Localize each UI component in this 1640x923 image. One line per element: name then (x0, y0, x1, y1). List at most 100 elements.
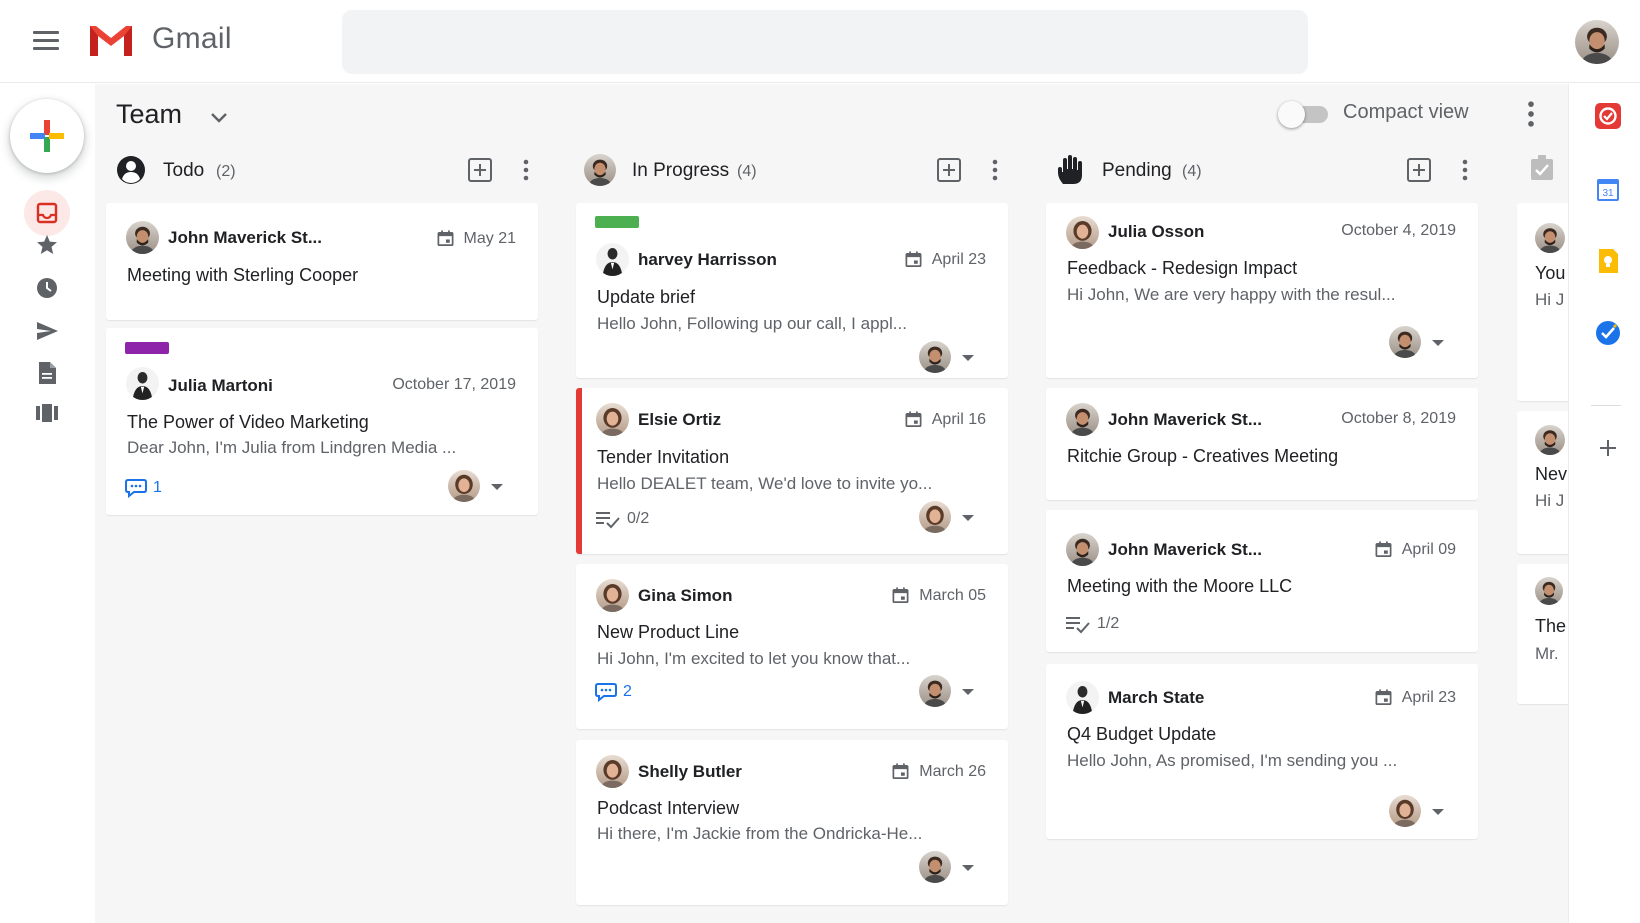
caret-down-icon[interactable] (961, 687, 975, 697)
nav-snoozed[interactable] (32, 273, 62, 303)
comment-count[interactable]: 1 (125, 478, 162, 498)
email-card[interactable]: Gina Simon March 05 New Product Line Hi … (576, 564, 1008, 729)
email-card[interactable]: Julia Osson October 4, 2019 Feedback - R… (1046, 203, 1478, 378)
email-subject: Ritchie Group - Creatives Meeting (1067, 446, 1339, 466)
calendar-icon[interactable]: 31 (1594, 176, 1622, 204)
sender-name: John Maverick St... (1108, 540, 1262, 559)
nav-sent[interactable] (32, 316, 62, 346)
comment-icon (595, 682, 617, 702)
due-date: April 23 (1374, 688, 1456, 707)
email-date: October 8, 2019 (1341, 410, 1456, 427)
email-subject: Nev (1535, 464, 1568, 484)
assignee-avatar[interactable] (919, 501, 951, 533)
board-icon (36, 404, 58, 422)
clock-icon (37, 278, 57, 298)
email-subject: Meeting with Sterling Cooper (127, 265, 359, 285)
email-card[interactable]: John Maverick St... October 8, 2019 Ritc… (1046, 388, 1478, 500)
calendar-icon (1374, 688, 1393, 707)
due-date: April 09 (1374, 540, 1456, 559)
email-snippet: Hello John, As promised, I'm sending you… (1067, 751, 1398, 770)
sender-avatar (1535, 577, 1563, 605)
tasks-icon[interactable] (1594, 319, 1622, 347)
assignee-avatar[interactable] (919, 341, 951, 373)
caret-down-icon[interactable] (961, 353, 975, 363)
email-card[interactable]: Elsie Ortiz April 16 Tender Invitation H… (576, 388, 1008, 554)
sender-avatar (1535, 425, 1565, 455)
dealet-icon[interactable] (1594, 102, 1622, 130)
assignee-avatar[interactable] (919, 675, 951, 707)
search-input[interactable] (342, 10, 1308, 74)
due-date-text: April 09 (1401, 540, 1456, 558)
column-title: Todo (163, 160, 205, 181)
email-card[interactable]: harvey Harrisson April 23 Update brief H… (576, 203, 1008, 378)
more-vert-icon[interactable] (1521, 98, 1541, 130)
compact-view-toggle[interactable] (1278, 100, 1330, 128)
sender-avatar (1066, 681, 1099, 714)
assignee-avatar[interactable] (448, 470, 480, 502)
compact-view-label: Compact view (1343, 101, 1469, 123)
task-list-icon (1065, 614, 1091, 634)
account-avatar[interactable] (1575, 20, 1619, 64)
email-subject: The (1535, 616, 1567, 636)
email-snippet: Hi John, I'm excited to let you know tha… (597, 649, 911, 668)
due-date-text: April 23 (931, 250, 986, 268)
email-subject: New Product Line (597, 622, 740, 642)
caret-down-icon[interactable] (961, 513, 975, 523)
more-vert-icon[interactable] (518, 157, 534, 183)
sender-avatar (1066, 533, 1099, 566)
email-card[interactable]: The Mr. (1517, 564, 1568, 704)
column-count: (4) (1182, 163, 1202, 180)
email-subject: You (1535, 263, 1566, 283)
email-card[interactable]: John Maverick St... May 21 Meeting with … (106, 203, 538, 320)
due-date-text: March 26 (919, 762, 986, 780)
caret-down-icon[interactable] (1431, 807, 1445, 817)
sender-name: Julia Osson (1108, 222, 1205, 241)
hamburger-icon[interactable] (28, 26, 64, 56)
top-bar: Gmail (0, 0, 1640, 83)
more-vert-icon[interactable] (987, 157, 1003, 183)
email-card[interactable]: Nev Hi J (1517, 411, 1568, 554)
assignee-avatar[interactable] (1389, 795, 1421, 827)
add-card-icon[interactable] (936, 157, 962, 183)
sender-avatar (1066, 403, 1099, 436)
column-header-in-progress: In Progress (4) (584, 154, 1004, 190)
comment-count[interactable]: 2 (595, 682, 632, 702)
assignee-avatar[interactable] (919, 851, 951, 883)
compose-button[interactable] (10, 99, 84, 173)
task-progress[interactable]: 1/2 (1065, 614, 1119, 634)
side-panel: 31 (1568, 84, 1640, 923)
gmail-logo-icon (90, 26, 132, 56)
email-card[interactable]: You Hi J (1517, 203, 1568, 401)
nav-drafts[interactable] (32, 358, 62, 388)
nav-starred[interactable] (32, 230, 62, 260)
keep-icon[interactable] (1594, 247, 1622, 275)
calendar-icon (904, 250, 923, 269)
email-subject: Feedback - Redesign Impact (1067, 258, 1298, 278)
email-card[interactable]: Julia Martoni October 17, 2019 The Power… (106, 328, 538, 515)
column-title: Pending (1102, 160, 1172, 181)
email-snippet: Hi there, I'm Jackie from the Ondricka-H… (597, 824, 923, 843)
due-date: March 05 (891, 586, 986, 605)
sender-avatar (1066, 216, 1099, 249)
task-progress-text: 0/2 (627, 510, 650, 527)
more-vert-icon[interactable] (1457, 157, 1473, 183)
caret-down-icon[interactable] (1431, 338, 1445, 348)
task-progress[interactable]: 0/2 (595, 509, 649, 529)
add-icon[interactable] (1594, 434, 1622, 462)
sender-avatar (596, 403, 629, 436)
nav-boards[interactable] (32, 398, 62, 428)
caret-down-icon[interactable] (961, 863, 975, 873)
email-card[interactable]: March State April 23 Q4 Budget Update He… (1046, 664, 1478, 839)
email-card[interactable]: Shelly Butler March 26 Podcast Interview… (576, 740, 1008, 905)
chevron-down-icon[interactable] (207, 106, 231, 130)
add-card-icon[interactable] (1406, 157, 1432, 183)
caret-down-icon[interactable] (490, 482, 504, 492)
email-card[interactable]: John Maverick St... April 09 Meeting wit… (1046, 510, 1478, 652)
email-date: October 4, 2019 (1341, 222, 1456, 239)
due-date: April 16 (904, 410, 986, 429)
sender-avatar (1535, 223, 1565, 253)
sender-avatar (126, 367, 159, 400)
email-snippet: Hi J (1535, 491, 1565, 510)
assignee-avatar[interactable] (1389, 326, 1421, 358)
add-card-icon[interactable] (467, 157, 493, 183)
